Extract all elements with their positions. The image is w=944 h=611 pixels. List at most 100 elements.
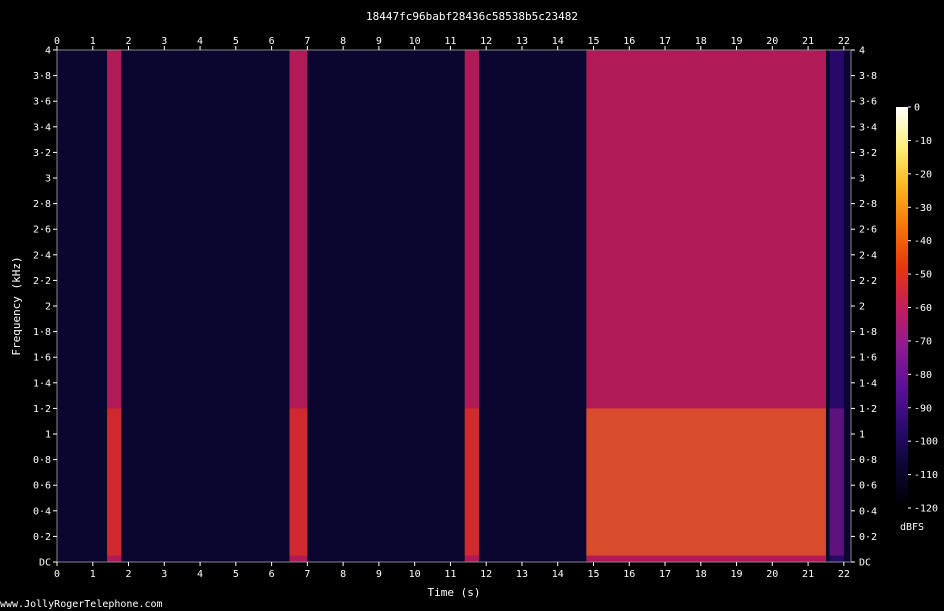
y-tick-label: 2·4 bbox=[33, 250, 51, 261]
x-tick-label: 6 bbox=[269, 569, 275, 580]
x-tick-label-top: 1 bbox=[90, 36, 96, 47]
y-tick-label-right: 0·6 bbox=[859, 481, 877, 492]
x-tick-label-top: 14 bbox=[552, 36, 564, 47]
x-tick-label-top: 4 bbox=[197, 36, 203, 47]
x-tick-label: 3 bbox=[161, 569, 167, 580]
y-tick-label: 2·8 bbox=[33, 199, 51, 210]
colorbar-ticks: 0 -10 -20 -30 -40 -50 -60 -70 -80 -90 -100 -110 -120 bbox=[908, 103, 938, 515]
x-tick-label-top: 12 bbox=[480, 36, 492, 47]
x-tick-label-top: 5 bbox=[233, 36, 239, 47]
x-tick-label-top: 11 bbox=[444, 36, 456, 47]
x-tick-label: 10 bbox=[409, 569, 421, 580]
x-tick-label: 7 bbox=[304, 569, 310, 580]
y-tick-label: 1 bbox=[45, 430, 51, 441]
x-tick-label: 18 bbox=[695, 569, 707, 580]
y-axis-label: Frequency (kHz) bbox=[10, 256, 23, 355]
x-tick-label: 15 bbox=[587, 569, 599, 580]
y-tick-label-right: 3·2 bbox=[859, 148, 877, 159]
y-tick-label-right: DC bbox=[859, 558, 871, 569]
y-tick-label-right: 2·6 bbox=[859, 225, 877, 236]
colorbar-tick-label: 0 bbox=[914, 103, 920, 114]
y-tick-label-right: 0·8 bbox=[859, 455, 877, 466]
x-tick-label: 9 bbox=[376, 569, 382, 580]
y-tick-label: 2·2 bbox=[33, 276, 51, 287]
y-tick-label: 2·6 bbox=[33, 225, 51, 236]
y-tick-label: 0·6 bbox=[33, 481, 51, 492]
x-tick-label: 5 bbox=[233, 569, 239, 580]
x-tick-label: 19 bbox=[731, 569, 743, 580]
x-tick-label: 20 bbox=[766, 569, 778, 580]
colorbar-tick-label: -70 bbox=[914, 336, 932, 347]
x-tick-label: 16 bbox=[623, 569, 635, 580]
y-tick-label: 3 bbox=[45, 174, 51, 185]
spectral-event-low-band-3 bbox=[464, 408, 480, 556]
y-tick-label-right: 3·4 bbox=[859, 122, 877, 133]
x-tick-label-top: 9 bbox=[376, 36, 382, 47]
x-tick-label-top: 20 bbox=[766, 36, 778, 47]
spectral-event-low-band-4 bbox=[586, 408, 826, 556]
x-tick-label-top: 15 bbox=[587, 36, 599, 47]
y-tick-label: 2 bbox=[45, 302, 51, 313]
y-tick-label-right: 0·2 bbox=[859, 532, 877, 543]
x-tick-label-top: 13 bbox=[516, 36, 528, 47]
y-axis-left: DC 0·2 0·4 0·6 0·8 1 1·2 1·4 1·6 1·8 2 2·2 2·4 2·6 2·8… bbox=[33, 46, 57, 569]
x-tick-label-top: 19 bbox=[731, 36, 743, 47]
y-tick-label: 1·6 bbox=[33, 353, 51, 364]
x-tick-label: 1 bbox=[90, 569, 96, 580]
colorbar-tick-label: -50 bbox=[914, 270, 932, 281]
x-tick-label: 21 bbox=[802, 569, 814, 580]
colorbar-tick-label: -120 bbox=[914, 504, 938, 515]
x-axis-bottom: 0 1 2 3 4 5 6 7 8 9 10 11 12 13 14 15 16 17 18 19 20 21 22 bbox=[54, 562, 850, 580]
y-tick-label: 0·2 bbox=[33, 532, 51, 543]
colorbar-tick-label: -80 bbox=[914, 370, 932, 381]
x-tick-label: 22 bbox=[838, 569, 850, 580]
spectral-event-low-band-1 bbox=[107, 408, 122, 556]
y-tick-label: 3·4 bbox=[33, 122, 51, 133]
y-tick-label-right: 0·4 bbox=[859, 506, 877, 517]
y-tick-label: DC bbox=[39, 558, 51, 569]
y-axis-right: DC 0·2 0·4 0·6 0·8 1 1·2 1·4 1·6 1·8 2 2·2 2·4 2·6 2·8… bbox=[851, 46, 877, 569]
colorbar-label: dBFS bbox=[900, 522, 924, 533]
x-tick-label: 17 bbox=[659, 569, 671, 580]
y-tick-label: 1·2 bbox=[33, 404, 51, 415]
x-tick-label: 14 bbox=[552, 569, 564, 580]
spectrogram-chart: 0 1 2 3 4 5 6 7 8 9 10 11 12 13 14 15 16 17 18 19 20 21 22 012… bbox=[10, 36, 938, 598]
y-tick-label: 3·8 bbox=[33, 71, 51, 82]
x-tick-label: 0 bbox=[54, 569, 60, 580]
y-tick-label-right: 3 bbox=[859, 174, 865, 185]
colorbar-tick-label: -40 bbox=[914, 236, 932, 247]
x-axis-top: 0 1 2 3 4 5 6 7 8 9 10 11 12 13 14 15 16 17 18 19 20 21 22 bbox=[54, 36, 850, 50]
colorbar-tick-label: -60 bbox=[914, 303, 932, 314]
colorbar-tick-label: -30 bbox=[914, 203, 932, 214]
x-tick-label-top: 6 bbox=[269, 36, 275, 47]
x-tick-label-top: 16 bbox=[623, 36, 635, 47]
footer-credit: www.JollyRogerTelephone.com bbox=[0, 599, 163, 610]
spectral-event-low-band-5 bbox=[829, 408, 844, 556]
y-tick-label: 3·2 bbox=[33, 148, 51, 159]
x-tick-label-top: 22 bbox=[838, 36, 850, 47]
y-tick-label: 0·8 bbox=[33, 455, 51, 466]
y-tick-label-right: 2·4 bbox=[859, 250, 877, 261]
y-tick-label-right: 1 bbox=[859, 430, 865, 441]
x-tick-label: 4 bbox=[197, 569, 203, 580]
x-tick-label-top: 21 bbox=[802, 36, 814, 47]
x-tick-label-top: 17 bbox=[659, 36, 671, 47]
y-tick-label-right: 1·6 bbox=[859, 353, 877, 364]
x-tick-label-top: 2 bbox=[126, 36, 132, 47]
colorbar-tick-label: -10 bbox=[914, 136, 932, 147]
y-tick-label-right: 1·2 bbox=[859, 404, 877, 415]
x-tick-label-top: 18 bbox=[695, 36, 707, 47]
colorbar-tick-label: -110 bbox=[914, 470, 938, 481]
y-tick-label-right: 3·6 bbox=[859, 97, 877, 108]
y-tick-label: 1·4 bbox=[33, 378, 51, 389]
x-tick-label-top: 7 bbox=[304, 36, 310, 47]
y-tick-label-right: 2 bbox=[859, 302, 865, 313]
y-tick-label: 0·4 bbox=[33, 506, 51, 517]
y-tick-label: 3·6 bbox=[33, 97, 51, 108]
x-tick-label-top: 3 bbox=[161, 36, 167, 47]
x-tick-label: 2 bbox=[126, 569, 132, 580]
x-tick-label: 8 bbox=[340, 569, 346, 580]
x-tick-label-top: 8 bbox=[340, 36, 346, 47]
y-tick-label-right: 4 bbox=[859, 46, 865, 57]
x-tick-label-top: 0 bbox=[54, 36, 60, 47]
